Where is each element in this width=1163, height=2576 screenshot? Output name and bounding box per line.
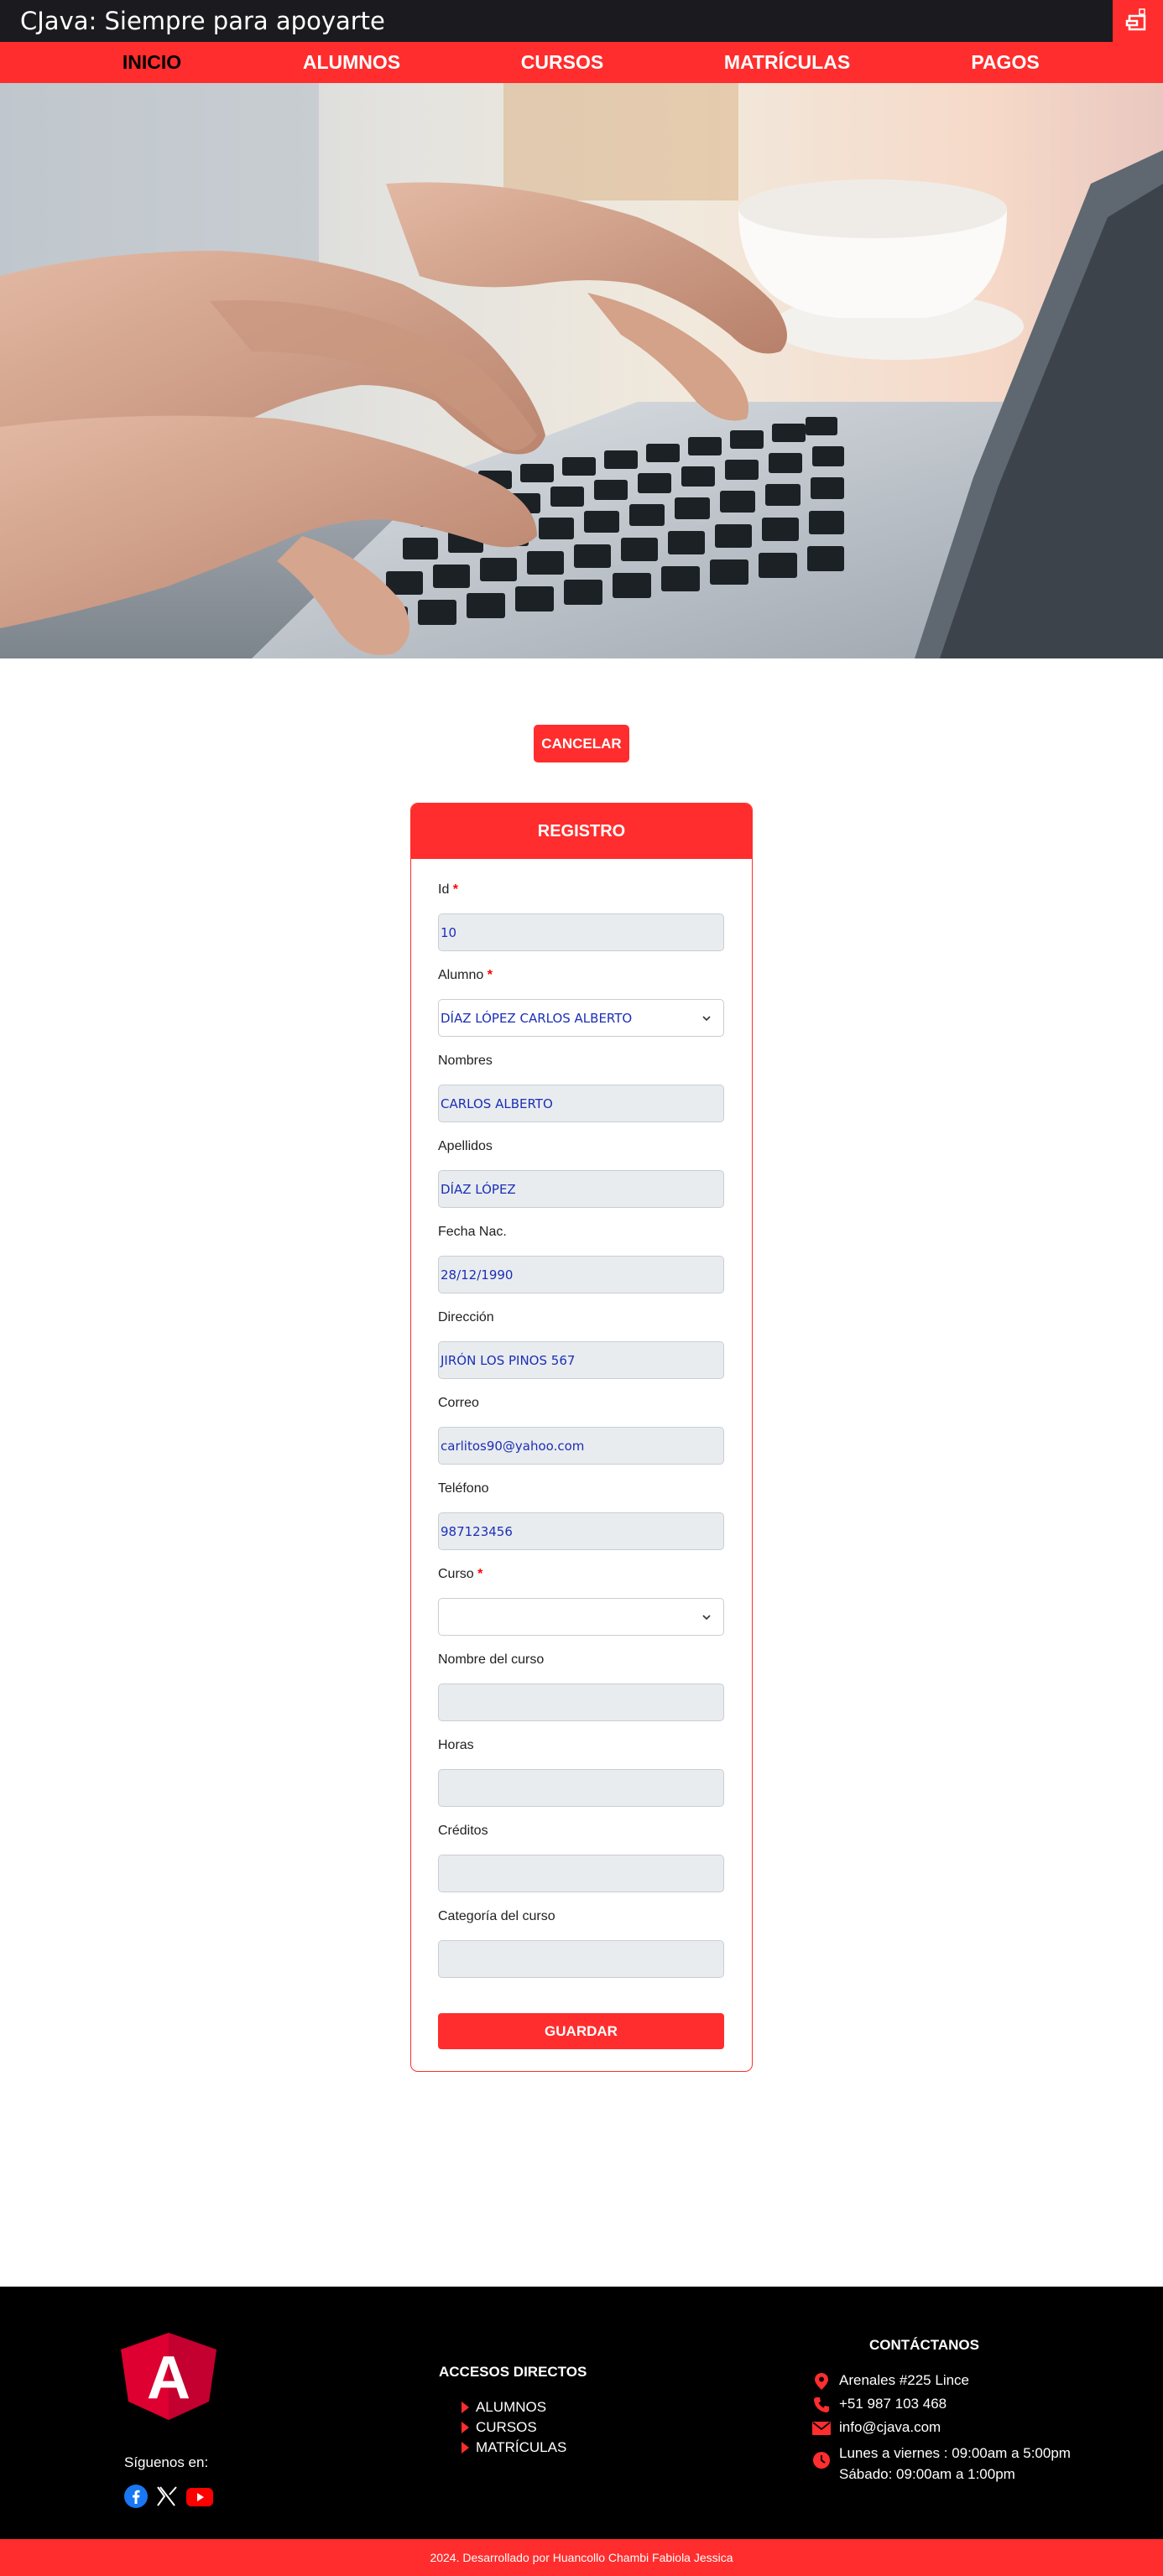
field-label-horas: Horas <box>438 1738 474 1752</box>
copyright-bar: 2024. Desarrollado por Huancollo Chambi … <box>0 2539 1163 2576</box>
field-label-creditos: Créditos <box>438 1824 488 1838</box>
field-label-direccion: Dirección <box>438 1310 494 1324</box>
facebook-icon[interactable] <box>124 2485 148 2512</box>
id-input[interactable]: 10 <box>438 913 724 951</box>
contact-email: info@cjava.com <box>812 2419 941 2438</box>
logout-button[interactable] <box>1113 0 1163 42</box>
chevron-down-icon <box>702 1016 711 1022</box>
footer-link-alumnos[interactable]: ALUMNOS <box>462 2399 546 2416</box>
chevron-down-icon <box>702 1615 711 1621</box>
copyright-text: 2024. Desarrollado por Huancollo Chambi … <box>430 2551 733 2564</box>
footer-link-matriculas[interactable]: MATRÍCULAS <box>462 2439 566 2456</box>
contact-title: CONTÁCTANOS <box>869 2337 979 2353</box>
nav-inicio[interactable]: INICIO <box>123 42 181 83</box>
creditos-input[interactable] <box>438 1855 724 1892</box>
clock-icon <box>812 2451 831 2469</box>
hero-image <box>0 83 1163 658</box>
location-pin-icon <box>812 2372 831 2391</box>
categoria-curso-input[interactable] <box>438 1940 724 1978</box>
caret-right-icon <box>462 2442 469 2454</box>
nombre-curso-input[interactable] <box>438 1684 724 1721</box>
field-label-nombre-curso: Nombre del curso <box>438 1652 545 1667</box>
field-label-apellidos: Apellidos <box>438 1139 493 1153</box>
field-label-fecha-nac: Fecha Nac. <box>438 1225 507 1239</box>
phone-icon <box>812 2396 831 2414</box>
contact-phone: +51 987 103 468 <box>812 2396 947 2414</box>
field-label-telefono: Teléfono <box>438 1481 489 1496</box>
direccion-input[interactable]: JIRÓN LOS PINOS 567 <box>438 1341 724 1379</box>
caret-right-icon <box>462 2402 469 2413</box>
field-label-categoria-curso: Categoría del curso <box>438 1909 555 1923</box>
alumno-select[interactable]: DÍAZ LÓPEZ CARLOS ALBERTO <box>438 999 724 1037</box>
envelope-icon <box>812 2419 831 2438</box>
footer-link-cursos[interactable]: CURSOS <box>462 2419 537 2436</box>
cancel-button[interactable]: CANCELAR <box>534 725 629 762</box>
x-icon[interactable] <box>156 2486 178 2511</box>
nav-cursos[interactable]: CURSOS <box>521 42 603 83</box>
field-label-id: Id * <box>438 882 459 897</box>
youtube-icon[interactable] <box>186 2488 213 2511</box>
main-nav: INICIO ALUMNOS CURSOS MATRÍCULAS PAGOS <box>0 42 1163 83</box>
app-title: CJava: Siempre para apoyarte <box>20 7 385 35</box>
correo-input[interactable]: carlitos90@yahoo.com <box>438 1427 724 1465</box>
save-button[interactable]: GUARDAR <box>438 2013 724 2049</box>
field-label-alumno: Alumno * <box>438 968 493 982</box>
top-bar: CJava: Siempre para apoyarte <box>0 0 1163 42</box>
nav-alumnos[interactable]: ALUMNOS <box>303 42 400 83</box>
form-title: REGISTRO <box>411 804 752 859</box>
nav-pagos[interactable]: PAGOS <box>971 42 1039 83</box>
telefono-input[interactable]: 987123456 <box>438 1512 724 1550</box>
angular-logo: A <box>121 2333 216 2420</box>
field-label-curso: Curso * <box>438 1567 483 1581</box>
apellidos-input[interactable]: DÍAZ LÓPEZ <box>438 1170 724 1208</box>
field-label-correo: Correo <box>438 1396 479 1410</box>
alumno-selected-value: DÍAZ LÓPEZ CARLOS ALBERTO <box>441 1011 633 1026</box>
field-label-nombres: Nombres <box>438 1054 493 1068</box>
curso-select[interactable] <box>438 1598 724 1636</box>
svg-text:A: A <box>147 2344 190 2412</box>
hours-weekdays: Lunes a viernes : 09:00am a 5:00pm <box>839 2445 1071 2461</box>
quick-links-title: ACCESOS DIRECTOS <box>439 2364 587 2380</box>
fecha-nac-input[interactable]: 28/12/1990 <box>438 1256 724 1293</box>
registration-form: REGISTRO Id * 10 Alumno * DÍAZ LÓPEZ CAR… <box>410 803 753 2072</box>
follow-label: Síguenos en: <box>124 2454 209 2470</box>
logout-icon <box>1125 8 1146 31</box>
nombres-input[interactable]: CARLOS ALBERTO <box>438 1085 724 1122</box>
caret-right-icon <box>462 2422 469 2433</box>
horas-input[interactable] <box>438 1769 724 1807</box>
nav-matriculas[interactable]: MATRÍCULAS <box>724 42 850 83</box>
footer: A Síguenos en: ACCESOS DIRECTOS ALUMNOS … <box>0 2287 1163 2539</box>
hours-saturday: Sábado: 09:00am a 1:00pm <box>839 2466 1015 2482</box>
contact-address: Arenales #225 Lince <box>812 2372 969 2391</box>
contact-hours: Lunes a viernes : 09:00am a 5:00pm Sábad… <box>812 2443 1071 2485</box>
